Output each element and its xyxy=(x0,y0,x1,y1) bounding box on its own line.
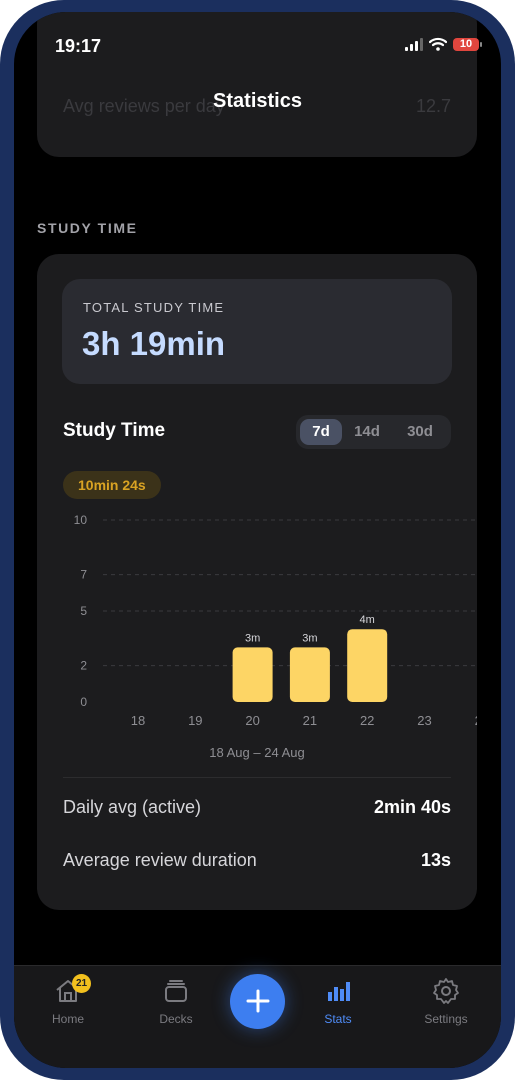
tab-home[interactable]: 21 Home xyxy=(28,974,108,1026)
status-icons: 10 xyxy=(405,37,482,51)
range-selector: 7d 14d 30d xyxy=(296,415,451,449)
x-tick-label: 18 xyxy=(131,713,145,728)
divider xyxy=(63,777,451,778)
range-30d-button[interactable]: 30d xyxy=(396,419,444,445)
bar xyxy=(289,647,330,702)
tab-stats-label: Stats xyxy=(324,1012,352,1026)
total-study-time-value: 3h 19min xyxy=(82,325,226,362)
tab-settings-label: Settings xyxy=(424,1012,468,1026)
page-title: Statistics xyxy=(213,90,302,112)
x-tick-label: 24 xyxy=(475,713,477,728)
tab-settings[interactable]: Settings xyxy=(406,976,486,1026)
gear-icon xyxy=(433,978,459,1004)
tab-stats[interactable]: Stats xyxy=(298,976,378,1026)
plus-icon xyxy=(246,989,269,1013)
range-14d-button[interactable]: 14d xyxy=(346,419,388,445)
overview-card-scrolled: Avg reviews per day 12.7 xyxy=(37,12,477,157)
daily-avg-row: Daily avg (active) 2min 40s xyxy=(63,797,451,818)
chart-title: Study Time xyxy=(63,420,166,441)
study-time-card: TOTAL STUDY TIME 3h 19min Study Time 7d … xyxy=(37,254,477,910)
bar xyxy=(347,629,388,702)
tab-decks-label: Decks xyxy=(159,1012,193,1026)
add-button[interactable] xyxy=(230,974,285,1029)
bar-value-label: 4m xyxy=(360,614,375,626)
section-title: STUDY TIME xyxy=(37,220,138,236)
y-tick-label: 0 xyxy=(80,695,87,709)
battery-icon: 10 xyxy=(453,37,482,51)
x-tick-label: 21 xyxy=(303,713,317,728)
x-tick-label: 20 xyxy=(245,713,259,728)
bar-value-label: 3m xyxy=(302,632,317,644)
y-tick-label: 2 xyxy=(80,659,87,673)
x-tick-label: 19 xyxy=(188,713,202,728)
y-tick-label: 10 xyxy=(74,513,88,527)
range-7d-button[interactable]: 7d xyxy=(300,419,342,445)
review-duration-label: Average review duration xyxy=(63,850,257,870)
signal-icon xyxy=(405,37,423,51)
review-duration-row: Average review duration 13s xyxy=(63,850,451,871)
total-study-time-label: TOTAL STUDY TIME xyxy=(83,300,225,315)
y-tick-label: 5 xyxy=(80,604,87,618)
tab-bar: 21 Home Decks Stats Settings xyxy=(14,965,501,1068)
decks-icon xyxy=(165,980,187,1002)
device-frame: Avg reviews per day 12.7 19:17 10 Statis… xyxy=(0,0,515,1080)
selected-value-badge: 10min 24s xyxy=(63,471,161,499)
bar-chart-icon xyxy=(328,982,350,1001)
x-tick-label: 23 xyxy=(417,713,431,728)
status-time: 19:17 xyxy=(55,36,102,56)
app-screen: Avg reviews per day 12.7 19:17 10 Statis… xyxy=(14,12,501,1068)
total-study-time-box: TOTAL STUDY TIME 3h 19min xyxy=(62,279,452,384)
daily-avg-value: 2min 40s xyxy=(373,797,451,817)
wifi-icon xyxy=(429,37,447,51)
x-tick-label: 22 xyxy=(360,713,374,728)
date-range-label: 18 Aug – 24 Aug xyxy=(209,745,305,760)
study-time-bar-chart: 0 2 5 7 10 18 19 20 3m 21 3m 22 4m 23 24 xyxy=(74,513,477,728)
tab-decks[interactable]: Decks xyxy=(136,976,216,1026)
tab-home-label: Home xyxy=(51,1012,84,1026)
daily-avg-label: Daily avg (active) xyxy=(63,797,202,817)
bar xyxy=(232,647,273,702)
bar-value-label: 3m xyxy=(245,632,260,644)
y-tick-label: 7 xyxy=(80,568,87,582)
review-duration-value: 13s xyxy=(420,850,451,870)
home-badge: 21 xyxy=(72,974,91,993)
